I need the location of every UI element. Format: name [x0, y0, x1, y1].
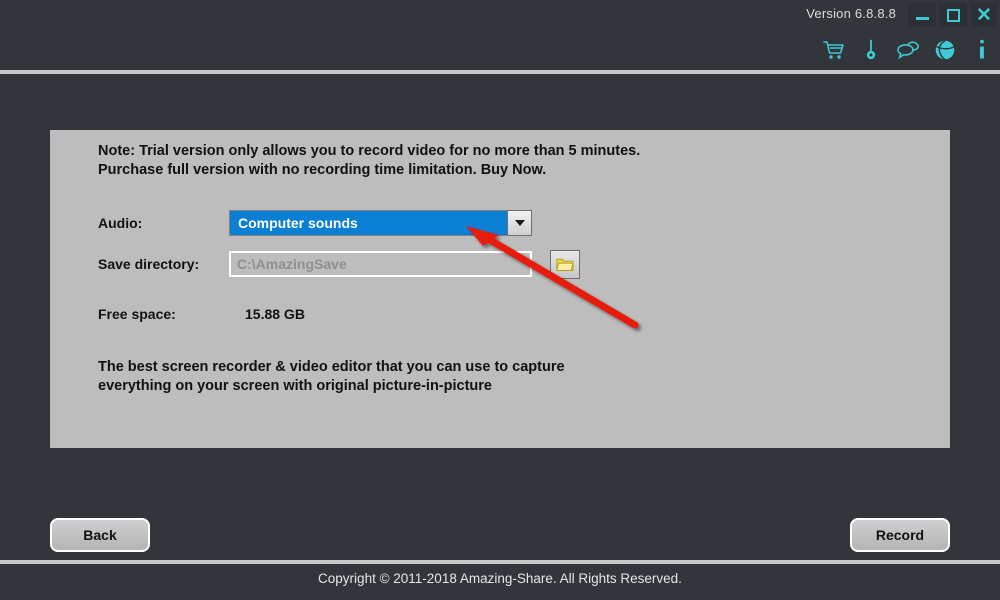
application-window: Version 6.8.8.8 ✕ Note: Trial version on…: [0, 0, 1000, 600]
key-icon[interactable]: [859, 38, 883, 62]
close-button[interactable]: ✕: [970, 3, 998, 27]
free-space-label: Free space:: [98, 306, 176, 322]
record-button[interactable]: Record: [850, 518, 950, 552]
minimize-button[interactable]: [908, 3, 936, 27]
info-icon[interactable]: [970, 38, 994, 62]
settings-panel: Note: Trial version only allows you to r…: [50, 130, 950, 448]
product-tagline: The best screen recorder & video editor …: [98, 359, 565, 394]
copyright-text: Copyright © 2011-2018 Amazing-Share. All…: [318, 571, 682, 586]
trial-note: Note: Trial version only allows you to r…: [98, 143, 641, 178]
close-icon: ✕: [976, 4, 992, 26]
maximize-button[interactable]: [939, 3, 967, 27]
globe-icon[interactable]: [933, 38, 957, 62]
free-space-value: 15.88 GB: [245, 306, 305, 322]
shopping-cart-icon[interactable]: [822, 38, 846, 62]
browse-folder-button[interactable]: [550, 250, 580, 279]
chat-bubbles-icon[interactable]: [896, 38, 920, 62]
version-label: Version 6.8.8.8: [806, 6, 896, 21]
audio-label: Audio:: [98, 215, 143, 231]
icon-toolbar: [822, 38, 994, 62]
save-directory-input[interactable]: [229, 251, 532, 277]
title-bar: Version 6.8.8.8 ✕: [0, 0, 1000, 30]
audio-selected-value: Computer sounds: [238, 215, 358, 231]
audio-dropdown[interactable]: Computer sounds: [229, 210, 532, 236]
back-button[interactable]: Back: [50, 518, 150, 552]
maximize-icon: [946, 8, 960, 22]
save-directory-label: Save directory:: [98, 256, 200, 272]
minimize-icon: [915, 16, 929, 20]
footer-divider: [0, 560, 1000, 564]
header-divider: [0, 70, 1000, 74]
audio-dropdown-toggle[interactable]: [507, 210, 532, 236]
chevron-down-icon: [514, 220, 525, 226]
folder-icon: [556, 258, 574, 271]
